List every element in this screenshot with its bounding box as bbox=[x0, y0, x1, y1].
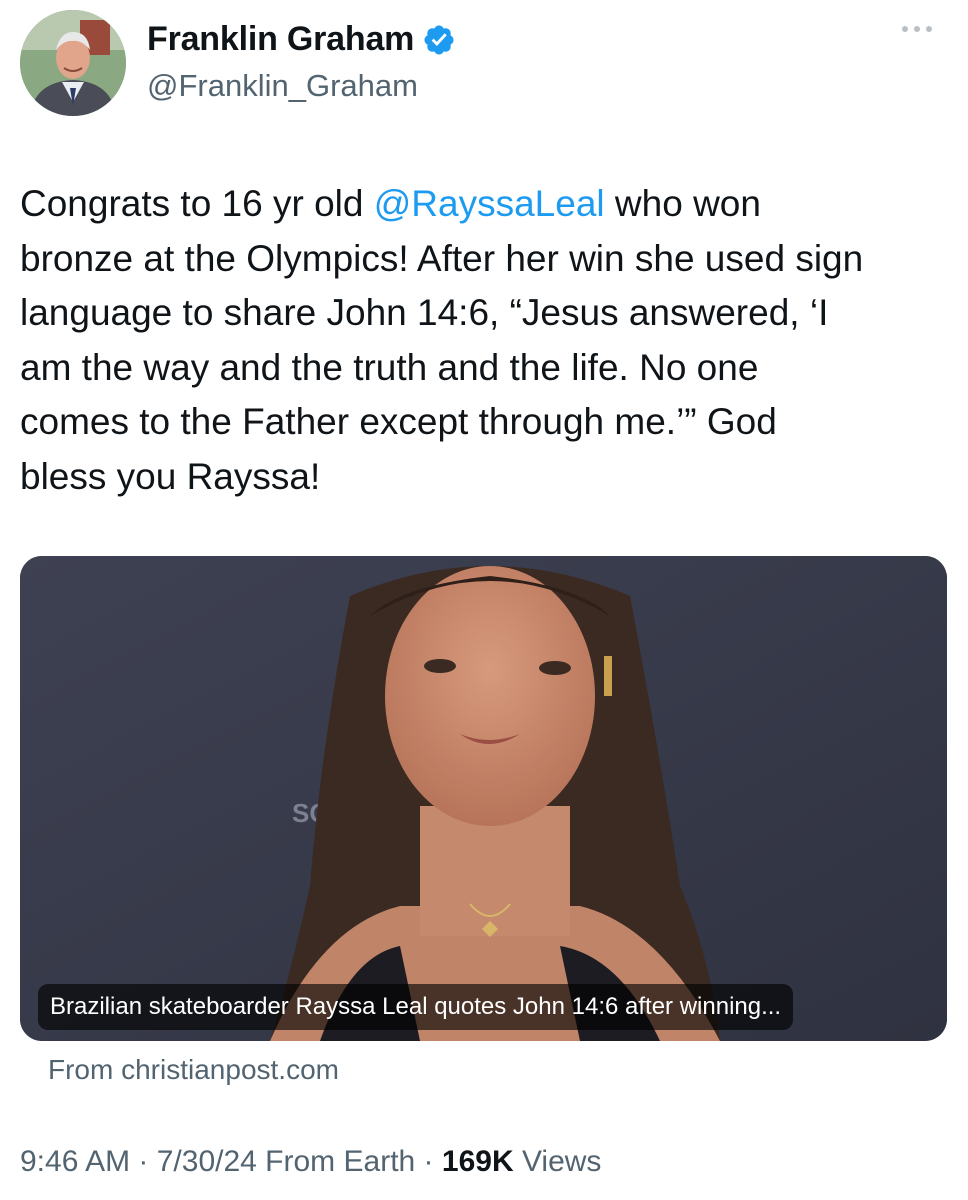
card-source[interactable]: From christianpost.com bbox=[48, 1054, 339, 1086]
tweet-text-start: Congrats to 16 yr old bbox=[20, 183, 374, 224]
link-card[interactable]: SC Brazilian skateboarder Rayssa Leal qu… bbox=[20, 556, 947, 1041]
mention-link[interactable]: @RayssaLeal bbox=[374, 183, 605, 224]
tweet-time[interactable]: 9:46 AM bbox=[20, 1145, 130, 1179]
tweet-meta: 9:46 AM · 7/30/24 From Earth · 169K View… bbox=[20, 1145, 601, 1179]
more-options-icon[interactable] bbox=[902, 26, 932, 32]
meta-separator: · bbox=[130, 1145, 157, 1178]
dot bbox=[902, 26, 908, 32]
tweet-text-rest: who won bronze at the Olympics! After he… bbox=[20, 183, 864, 497]
tweet-client: From Earth bbox=[256, 1145, 416, 1178]
author-name-row[interactable]: Franklin Graham bbox=[147, 20, 456, 59]
article-photo: SC bbox=[20, 556, 947, 1041]
avatar-photo bbox=[20, 10, 126, 116]
dot bbox=[914, 26, 920, 32]
avatar[interactable] bbox=[20, 10, 126, 116]
views-count[interactable]: 169K bbox=[442, 1145, 514, 1179]
meta-separator: · bbox=[415, 1145, 442, 1178]
author-handle[interactable]: @Franklin_Graham bbox=[147, 68, 418, 104]
card-caption: Brazilian skateboarder Rayssa Leal quote… bbox=[38, 984, 794, 1030]
views-label: Views bbox=[513, 1145, 602, 1178]
author-display-name[interactable]: Franklin Graham bbox=[147, 20, 414, 59]
tweet-date[interactable]: 7/30/24 bbox=[157, 1145, 257, 1179]
tweet-text: Congrats to 16 yr old @RayssaLeal who wo… bbox=[20, 177, 950, 504]
verified-badge-icon bbox=[424, 24, 454, 55]
dot bbox=[926, 26, 932, 32]
